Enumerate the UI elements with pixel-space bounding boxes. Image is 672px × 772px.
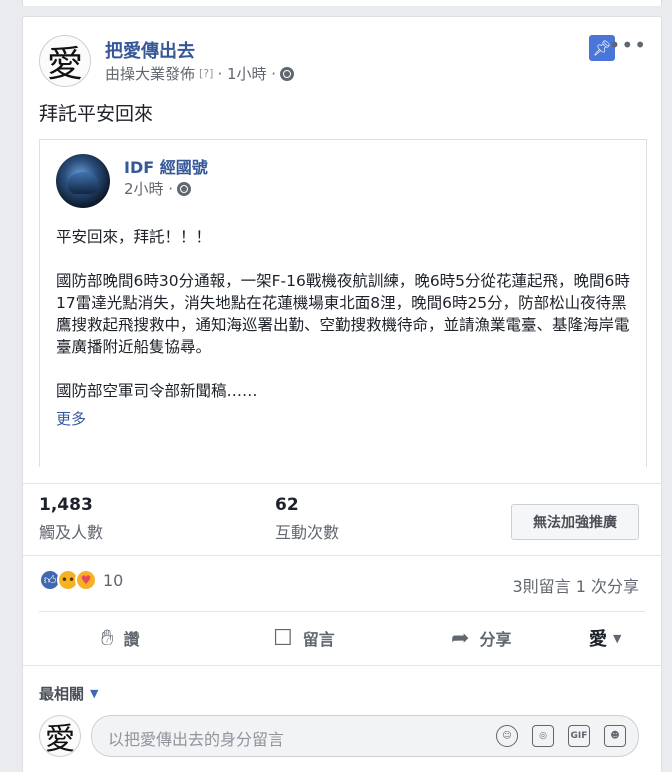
help-link[interactable]: [?] — [199, 67, 213, 80]
comment-placeholder: 以把愛傳出去的身分留言 — [108, 730, 285, 749]
shared-post-body: 平安回來，拜託！！！ 國防部晚間6時30分通報，一架F-16戰機夜航訓練，晚6時… — [56, 226, 632, 424]
thumbs-up-icon: ✋︎ — [101, 625, 114, 651]
reactions-summary[interactable]: 👍︎ •• ♥ 10 — [39, 569, 123, 591]
comments-shares-count[interactable]: 3則留言 1 次分享 — [512, 573, 639, 597]
engagement-value: 62 — [275, 495, 299, 515]
share-label: 分享 — [479, 630, 512, 649]
divider — [23, 483, 661, 484]
share-arrow-icon: ➦︎ — [451, 625, 470, 651]
page-avatar[interactable]: 愛 — [39, 35, 91, 87]
reach-stat[interactable]: 1,483 觸及人數 — [39, 495, 103, 543]
comment-input[interactable]: 以把愛傳出去的身分留言 ☺ ◎ GIF ☻ — [91, 715, 639, 757]
shared-post-meta: 2小時 · — [124, 178, 192, 199]
shared-paragraph: 平安回來，拜託！！！ — [56, 228, 212, 246]
chevron-down-icon: ▼ — [90, 687, 99, 700]
page-avatar-mini: 愛 — [589, 629, 607, 650]
publisher-text: 由操大業發佈 — [105, 65, 196, 83]
action-bar: ✋︎ 讚 ☐ 留言 ➦︎ 分享 愛 ▼ — [23, 611, 661, 665]
post-text: 拜託平安回來 — [39, 103, 154, 125]
divider — [23, 665, 661, 666]
reach-label: 觸及人數 — [39, 523, 104, 542]
page-name-link[interactable]: 把愛傳出去 — [105, 37, 195, 63]
post-card: 愛 把愛傳出去 由操大業發佈 [?] · 1小時 · 📌︎ ••• 拜託平安回來… — [22, 16, 662, 772]
shared-paragraph: 國防部空軍司令部新聞稿…… — [56, 382, 258, 400]
gif-icon[interactable]: GIF — [568, 725, 590, 747]
shared-post: IDF 經國號 2小時 · 平安回來，拜託！！！ 國防部晚間6時30分通報，一架… — [39, 139, 647, 467]
post-meta: 由操大業發佈 [?] · 1小時 · — [105, 63, 295, 84]
like-button[interactable]: ✋︎ 讚 — [101, 626, 140, 651]
comment-input-tools: ☺ ◎ GIF ☻ — [496, 725, 626, 747]
more-options-icon[interactable]: ••• — [609, 33, 647, 57]
speech-bubble-icon: ☐ — [273, 625, 293, 651]
post-time[interactable]: · 1小時 · — [217, 63, 276, 84]
shared-paragraph: 國防部晚間6時30分通報，一架F-16戰機夜航訓練，晚6時5分從花蓮起飛，晚間6… — [56, 272, 630, 356]
act-as-page-selector[interactable]: 愛 ▼ — [589, 625, 621, 651]
globe-icon[interactable] — [280, 66, 295, 81]
boost-button[interactable]: 無法加強推廣 — [511, 504, 639, 540]
divider — [23, 555, 661, 556]
comment-button[interactable]: ☐ 留言 — [273, 626, 335, 651]
reach-value: 1,483 — [39, 495, 93, 515]
see-more-link[interactable]: 更多 — [56, 408, 86, 429]
like-label: 讚 — [123, 630, 140, 649]
sticker-icon[interactable]: ☻ — [604, 725, 626, 747]
engagement-stat[interactable]: 62 互動次數 — [275, 495, 339, 543]
chevron-down-icon: ▼ — [613, 631, 622, 645]
shared-page-name-link[interactable]: IDF 經國號 — [124, 154, 208, 178]
shared-post-time[interactable]: 2小時 · — [124, 178, 173, 199]
care-reaction-icon: ♥ — [75, 569, 97, 591]
sort-label: 最相關 — [39, 685, 85, 703]
shared-page-avatar[interactable] — [56, 154, 110, 208]
comment-sort-dropdown[interactable]: 最相關 ▼ — [39, 683, 98, 704]
share-button[interactable]: ➦︎ 分享 — [451, 626, 511, 651]
camera-icon[interactable]: ◎ — [532, 725, 554, 747]
commenter-avatar: 愛 — [39, 715, 81, 757]
engagement-label: 互動次數 — [275, 523, 340, 542]
reaction-count: 10 — [103, 570, 124, 590]
comment-label: 留言 — [302, 630, 335, 649]
previous-card-edge — [22, 0, 662, 6]
emoji-icon[interactable]: ☺ — [496, 725, 518, 747]
globe-icon[interactable] — [177, 181, 192, 196]
